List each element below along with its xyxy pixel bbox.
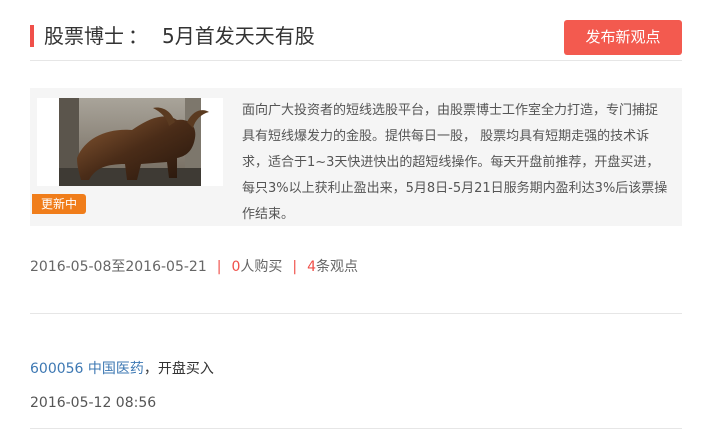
viewpoint-item: 600056 中国医药，开盘买入 — [30, 359, 214, 379]
bull-statue-image — [59, 98, 209, 186]
product-description: 面向广大投资者的短线选股平台，由股票博士工作室全力打造，专门捕捉具有短线爆发力的… — [242, 103, 668, 222]
service-date-range: 2016-05-08至2016-05-21 — [30, 259, 207, 275]
page-title: 股票博士： 5月首发天天有股 — [44, 22, 315, 50]
title-separator: ： — [128, 24, 148, 48]
title-accent-bar — [30, 25, 34, 47]
status-badge: 更新中 — [32, 194, 86, 214]
bottom-divider — [30, 428, 682, 429]
publish-viewpoint-button[interactable]: 发布新观点 — [564, 20, 682, 55]
stock-code: 600056 — [30, 361, 84, 377]
stock-link[interactable]: 600056 中国医药 — [30, 361, 144, 377]
product-card: 更新中 面向广大投资者的短线选股平台，由股票博士工作室全力打造，专门捕捉具有短线… — [30, 88, 682, 226]
section-divider — [30, 313, 682, 314]
meta-separator: | — [292, 259, 298, 275]
views-label: 条观点 — [316, 259, 359, 275]
title-subtitle: 5月首发天天有股 — [162, 24, 315, 48]
stock-name: 中国医药 — [87, 361, 144, 377]
viewpoint-timestamp: 2016-05-12 08:56 — [30, 395, 157, 411]
page: 股票博士： 5月首发天天有股 发布新观点 更新中 面向广大投资者的短线选股平台，… — [0, 0, 725, 433]
product-meta: 2016-05-08至2016-05-21 | 0人购买 | 4条观点 — [30, 257, 358, 277]
header-divider — [30, 60, 682, 61]
meta-separator: | — [216, 259, 222, 275]
buyers-label: 人购买 — [240, 259, 283, 275]
product-image[interactable] — [37, 98, 223, 186]
title-name: 股票博士 — [44, 24, 124, 48]
page-header: 股票博士： 5月首发天天有股 发布新观点 — [30, 18, 682, 58]
views-count: 4 — [307, 259, 317, 275]
viewpoint-action: ，开盘买入 — [143, 361, 214, 377]
